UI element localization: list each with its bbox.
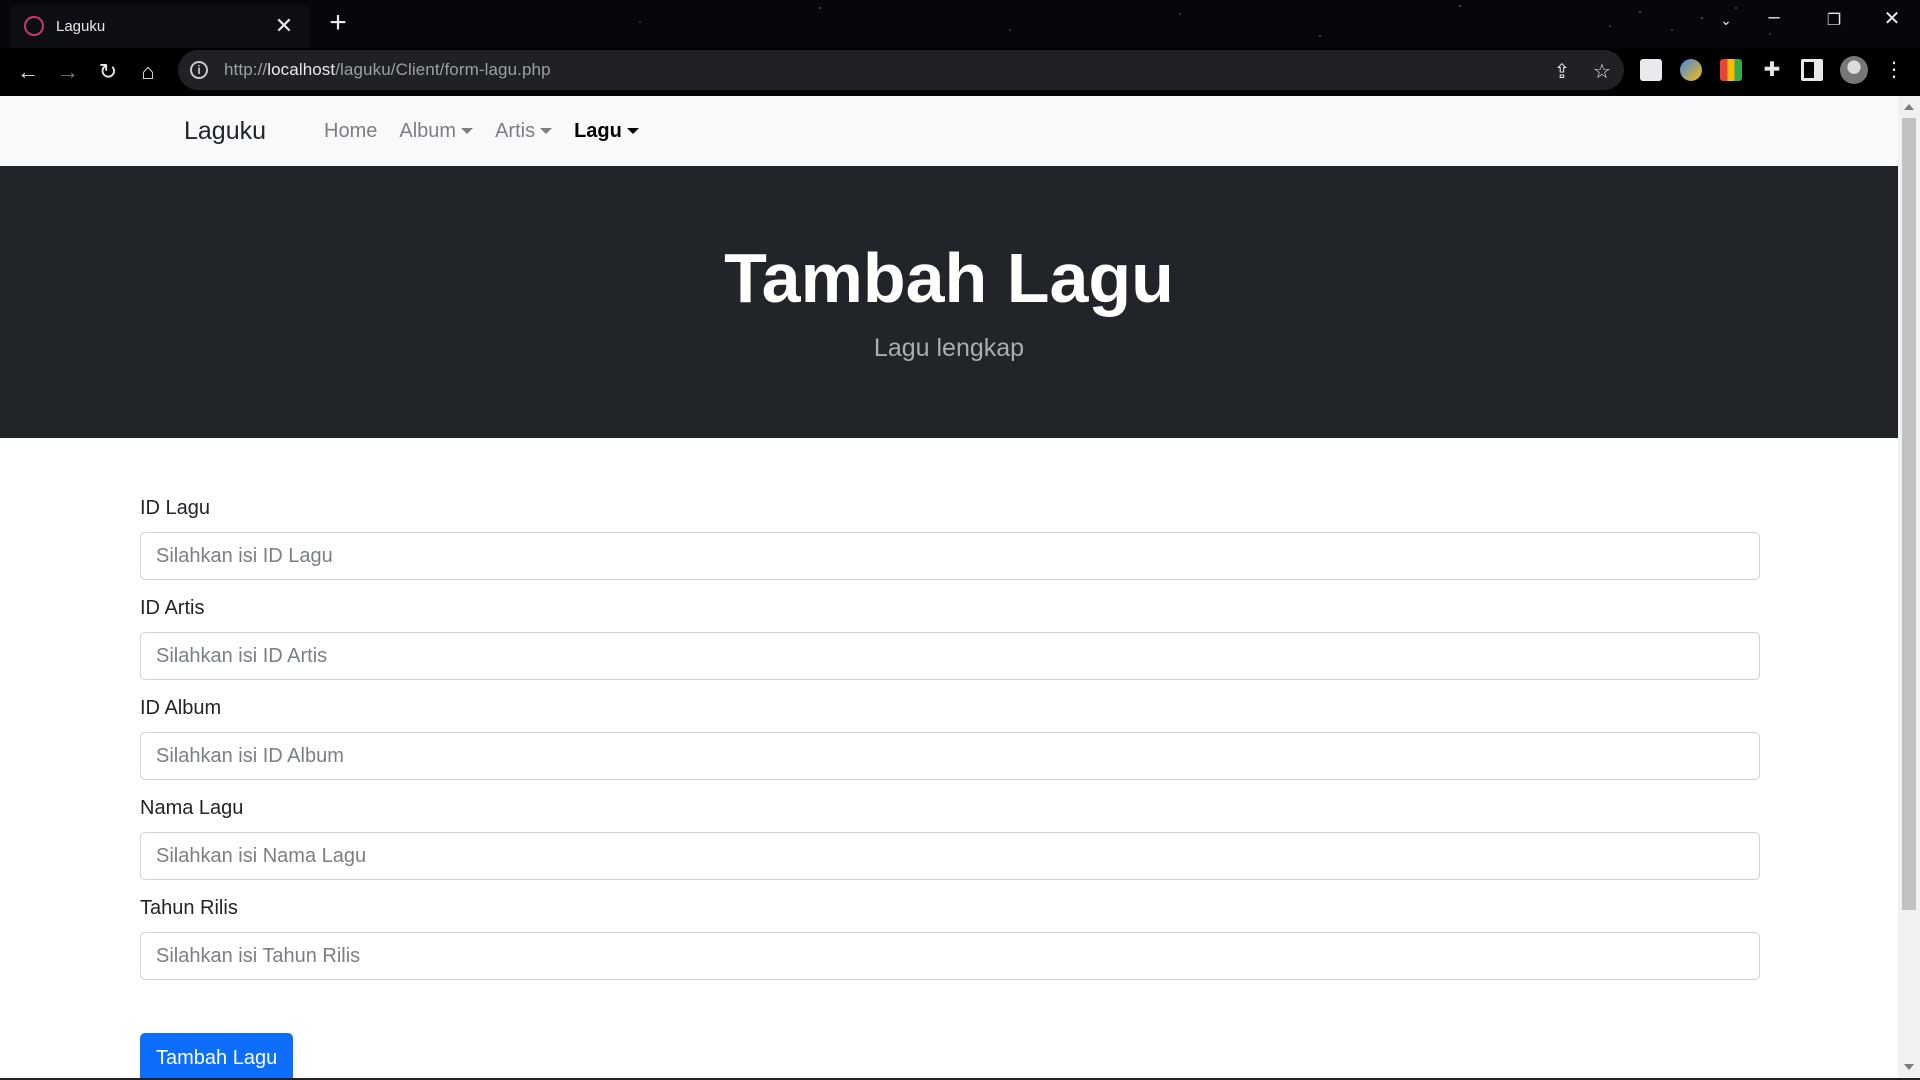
extension-color-icon[interactable] bbox=[1720, 59, 1742, 81]
scroll-up-icon[interactable] bbox=[1904, 104, 1914, 110]
restore-icon[interactable]: ❐ bbox=[1814, 10, 1854, 30]
form-group-tahun-rilis: Tahun Rilis bbox=[140, 896, 1760, 980]
close-window-icon[interactable]: ✕ bbox=[1872, 6, 1912, 31]
id-lagu-label: ID Lagu bbox=[140, 497, 211, 519]
nama-lagu-input[interactable] bbox=[140, 832, 1760, 880]
star-icon[interactable]: ☆ bbox=[1588, 59, 1616, 84]
form-group-id-album: ID Album bbox=[140, 696, 1760, 780]
id-album-input[interactable] bbox=[140, 732, 1760, 780]
extension-doc-icon[interactable] bbox=[1640, 59, 1662, 81]
sidepanel-icon[interactable] bbox=[1801, 59, 1823, 81]
browser-tab-strip: Laguku ✕ + ⌄ – ❐ ✕ bbox=[0, 0, 1920, 48]
form-group-nama-lagu: Nama Lagu bbox=[140, 796, 1760, 880]
form-group-id-lagu: ID Lagu bbox=[140, 496, 1760, 580]
id-album-label: ID Album bbox=[140, 697, 222, 719]
nama-lagu-label: Nama Lagu bbox=[140, 797, 244, 819]
info-icon[interactable]: i bbox=[190, 61, 208, 79]
site-navbar: Laguku Home Album Artis Lagu bbox=[0, 96, 1898, 166]
reload-icon[interactable]: ↻ bbox=[92, 58, 124, 86]
share-icon[interactable]: ⇪ bbox=[1548, 59, 1576, 84]
favicon-icon bbox=[24, 16, 44, 36]
scroll-down-icon[interactable] bbox=[1904, 1064, 1914, 1070]
back-icon[interactable]: ← bbox=[12, 58, 44, 86]
page-viewport: Laguku Home Album Artis Lagu Tambah Lagu… bbox=[0, 96, 1898, 1078]
navbar-brand[interactable]: Laguku bbox=[184, 117, 266, 146]
nav-lagu-label: Lagu bbox=[574, 119, 622, 142]
nav-home-label: Home bbox=[324, 119, 378, 142]
extension-globe-icon[interactable] bbox=[1680, 59, 1702, 81]
navbar-links: Home Album Artis Lagu bbox=[324, 120, 661, 143]
page-title: Tambah Lagu bbox=[724, 239, 1174, 317]
home-icon[interactable]: ⌂ bbox=[132, 58, 164, 86]
address-bar[interactable]: i http://localhost/laguku/Client/form-la… bbox=[178, 50, 1624, 90]
nav-album-dropdown[interactable]: Album bbox=[399, 119, 474, 143]
add-song-submit-button[interactable]: Tambah Lagu bbox=[140, 1033, 294, 1078]
profile-avatar[interactable] bbox=[1840, 56, 1868, 84]
url-text[interactable]: http://localhost/laguku/Client/form-lagu… bbox=[224, 60, 551, 80]
page-scrollbar[interactable] bbox=[1898, 96, 1920, 1078]
browser-tab[interactable]: Laguku ✕ bbox=[10, 4, 310, 48]
tahun-rilis-label: Tahun Rilis bbox=[140, 897, 238, 919]
nav-lagu-dropdown[interactable]: Lagu bbox=[574, 120, 639, 143]
id-artis-input[interactable] bbox=[140, 632, 1760, 680]
menu-icon[interactable]: ⋮ bbox=[1884, 59, 1904, 81]
caret-down-icon bbox=[461, 128, 474, 134]
nav-artis-dropdown[interactable]: Artis bbox=[495, 119, 553, 143]
tahun-rilis-input[interactable] bbox=[140, 932, 1760, 980]
id-lagu-input[interactable] bbox=[140, 532, 1760, 580]
nav-artis-label: Artis bbox=[495, 119, 536, 142]
new-tab-button[interactable]: + bbox=[322, 6, 354, 40]
hero-banner: Tambah Lagu Lagu lengkap bbox=[0, 166, 1898, 438]
page-subtitle: Lagu lengkap bbox=[873, 334, 1025, 362]
form-group-id-artis: ID Artis bbox=[140, 596, 1760, 680]
scroll-thumb[interactable] bbox=[1902, 118, 1916, 910]
forward-icon[interactable]: → bbox=[52, 58, 84, 86]
minimize-icon[interactable]: – bbox=[1754, 6, 1794, 29]
extensions-icon[interactable]: ✚ bbox=[1761, 59, 1783, 81]
add-song-form: ID Lagu ID Artis ID Album Nama Lagu Tahu… bbox=[140, 496, 1760, 996]
nav-home[interactable]: Home bbox=[324, 120, 377, 143]
tab-search-icon[interactable]: ⌄ bbox=[1706, 12, 1746, 29]
id-artis-label: ID Artis bbox=[140, 597, 205, 619]
tab-close-icon[interactable]: ✕ bbox=[272, 13, 296, 39]
tab-title: Laguku bbox=[56, 17, 106, 35]
nav-album-label: Album bbox=[399, 119, 457, 142]
caret-down-icon bbox=[540, 128, 553, 134]
caret-down-icon bbox=[626, 128, 639, 134]
